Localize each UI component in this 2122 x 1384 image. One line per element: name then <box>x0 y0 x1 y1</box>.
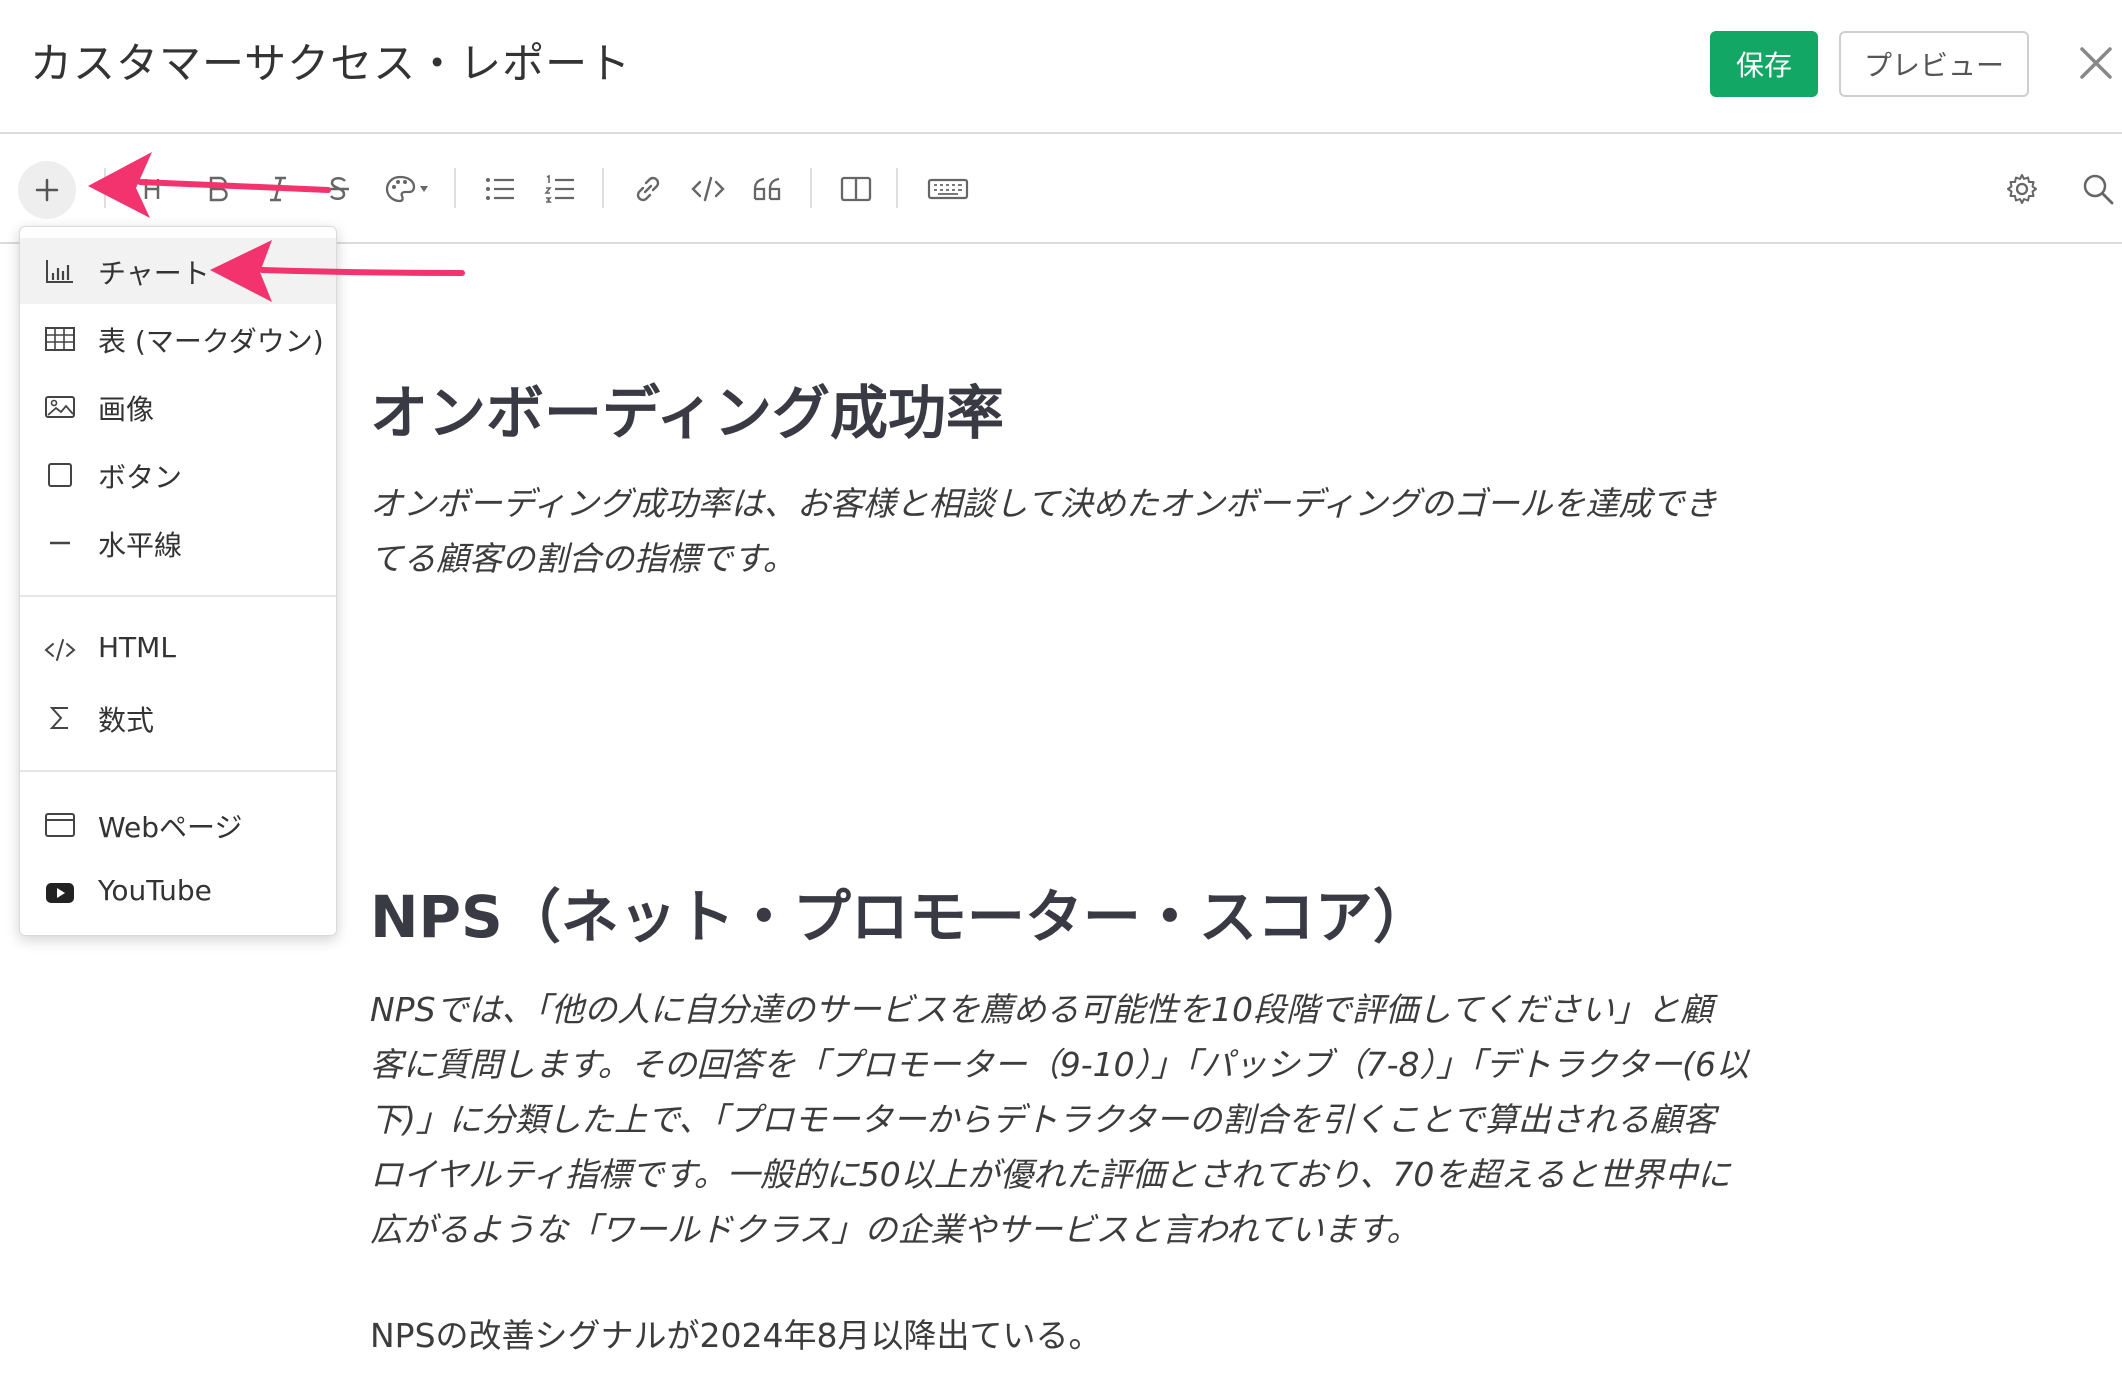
annotation-arrows <box>88 152 465 302</box>
arrow-to-chart-item <box>210 240 465 302</box>
arrow-to-plus-button <box>88 152 331 218</box>
